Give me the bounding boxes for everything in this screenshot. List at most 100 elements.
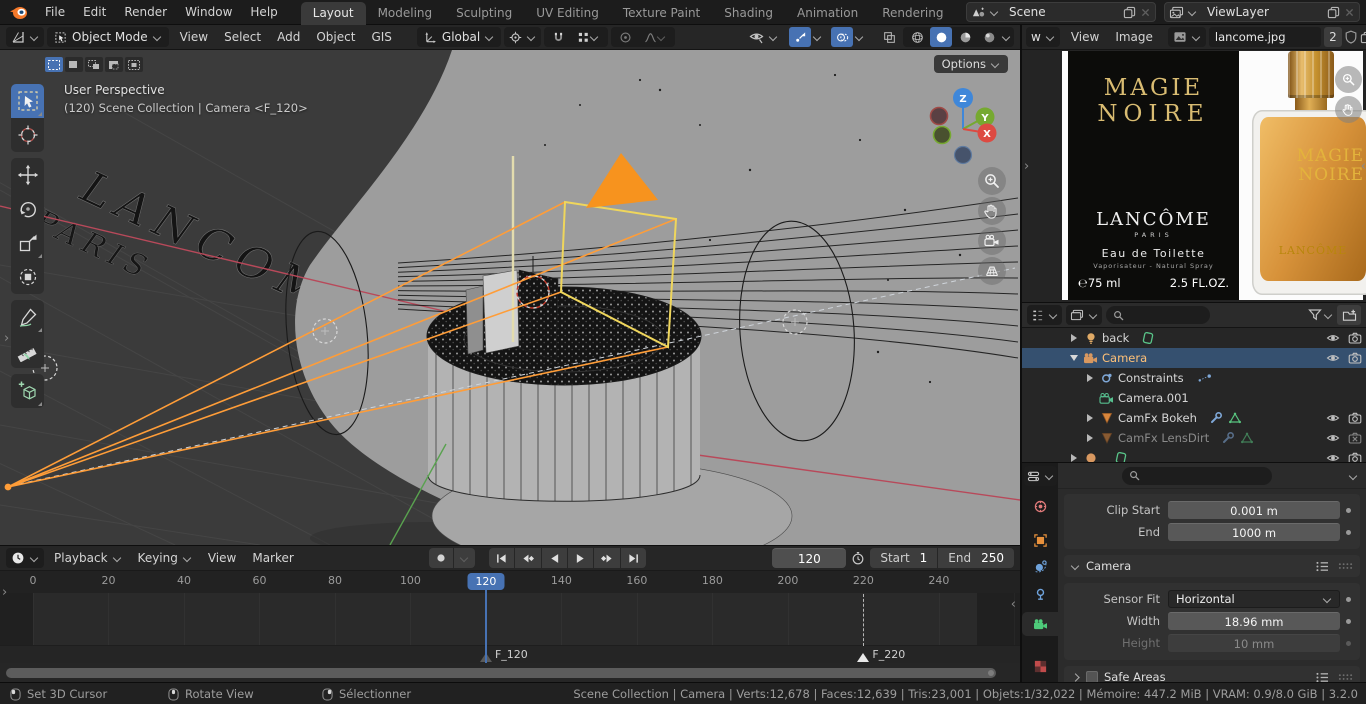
add-cube-tool[interactable] (11, 374, 44, 408)
new-image-icon[interactable] (1360, 31, 1366, 44)
workspace-tab-layout[interactable]: Layout (301, 2, 366, 25)
shading-solid-button[interactable] (930, 27, 952, 47)
rotate-tool[interactable] (11, 192, 44, 226)
clip-start-field[interactable]: 0.001 m (1168, 501, 1340, 519)
workspace-tab-uv-editing[interactable]: UV Editing (524, 2, 611, 25)
outliner-display-mode-dropdown[interactable] (1027, 305, 1062, 325)
outliner-search-input[interactable] (1128, 309, 1203, 322)
mode-dropdown[interactable]: Object Mode (47, 27, 169, 47)
properties-search-input[interactable] (1144, 469, 1265, 482)
presets-icon[interactable] (1315, 672, 1330, 683)
viewport-menu-view[interactable]: View (172, 28, 216, 46)
workspace-tab-rendering[interactable]: Rendering (870, 2, 955, 25)
presets-icon[interactable] (1315, 561, 1330, 572)
show-overlays-toggle[interactable] (831, 27, 853, 47)
menu-file[interactable]: File (36, 3, 74, 21)
collapse-icon[interactable] (1068, 355, 1080, 361)
timeline-markers[interactable]: F_120F_220 (0, 645, 1020, 663)
snap-magnet-toggle[interactable] (547, 27, 569, 47)
marker-label[interactable]: F_120 (495, 648, 528, 661)
play-button[interactable] (568, 548, 593, 568)
hide-viewport-eye-icon[interactable] (1326, 331, 1340, 345)
timeline-right-chevron[interactable]: ‹ (1011, 598, 1016, 611)
workspace-tab-sculpting[interactable]: Sculpting (444, 2, 524, 25)
move-tool[interactable] (11, 158, 44, 192)
proportional-edit-toggle[interactable] (614, 27, 636, 47)
safe-areas-checkbox[interactable] (1086, 671, 1098, 682)
falloff-dropdown[interactable] (638, 27, 672, 47)
hide-viewport-eye-icon[interactable] (1326, 411, 1340, 425)
camera-panel-header[interactable]: Camera (1064, 555, 1360, 577)
blender-logo-icon[interactable] (8, 3, 30, 21)
timeline-tracks[interactable] (0, 593, 1020, 645)
timeline-menu-view[interactable]: View (200, 549, 244, 567)
properties-search[interactable] (1122, 467, 1272, 485)
zoom-button[interactable] (978, 167, 1006, 195)
duplicate-scene-icon[interactable] (1123, 6, 1136, 19)
workspace-tab-shading[interactable]: Shading (712, 2, 785, 25)
image-pan-button[interactable] (1335, 96, 1362, 123)
stopwatch-icon[interactable] (848, 551, 868, 565)
workspace-tab-animation[interactable]: Animation (785, 2, 870, 25)
menu-render[interactable]: Render (115, 3, 176, 21)
properties-tab-constraint[interactable] (1022, 582, 1058, 606)
scene-name[interactable]: Scene (1003, 5, 1119, 19)
new-collection-button[interactable] (1337, 305, 1361, 325)
menu-edit[interactable]: Edit (74, 3, 115, 21)
image-menu-image[interactable]: Image (1107, 28, 1161, 46)
clip-start-keyframe-dot[interactable] (1340, 508, 1356, 513)
workspace-tab-compositing[interactable]: Compositing (955, 2, 958, 25)
sensor-width-keyframe-dot[interactable] (1340, 619, 1356, 624)
timeline-left-chevron[interactable]: › (2, 586, 7, 599)
properties-options-chevron[interactable] (1349, 472, 1358, 480)
outliner-row-camera-001[interactable]: Camera.001 (1022, 388, 1366, 408)
panel-grip-icon[interactable] (1338, 562, 1353, 570)
snap-target-dropdown[interactable] (571, 27, 605, 47)
hide-viewport-eye-icon[interactable] (1326, 431, 1340, 445)
properties-tab-object[interactable] (1022, 528, 1058, 552)
frame-start-field[interactable]: Start1 (870, 548, 937, 568)
image-browse-dropdown[interactable] (1168, 27, 1206, 47)
close-icon[interactable] (1140, 7, 1151, 18)
timeline-scrollbar[interactable] (0, 663, 1020, 683)
sensor-fit-keyframe-dot[interactable] (1340, 597, 1356, 602)
playhead-current-frame[interactable]: 120 (467, 573, 504, 590)
disable-render-camera-icon[interactable] (1348, 351, 1362, 365)
cursor-tool[interactable] (11, 118, 44, 152)
expand-icon[interactable] (1084, 414, 1096, 422)
timeline-menu-keying[interactable]: Keying (130, 549, 200, 567)
select-box-tool[interactable] (11, 84, 44, 118)
shading-wireframe-button[interactable] (906, 27, 928, 47)
image-left-chevron[interactable]: › (1024, 160, 1029, 173)
fake-user-shield-icon[interactable] (1345, 30, 1357, 44)
axis-neg-x-button[interactable] (931, 108, 948, 125)
image-menu-view[interactable]: View (1063, 28, 1107, 46)
editor-type-button[interactable] (6, 27, 44, 47)
next-keyframe-button[interactable] (594, 548, 620, 568)
image-name-field[interactable] (1209, 27, 1321, 47)
outliner-row-camfx-bokeh[interactable]: CamFx Bokeh (1022, 408, 1366, 428)
safe-areas-panel-header[interactable]: Safe Areas (1064, 666, 1360, 682)
timeline-menu-playback[interactable]: Playback (46, 549, 130, 567)
measure-tool[interactable] (11, 334, 44, 368)
hide-viewport-eye-icon[interactable] (1326, 351, 1340, 365)
toolbar-expand-chevron[interactable]: › (4, 332, 9, 345)
viewport-menu-select[interactable]: Select (216, 28, 269, 46)
clip-end-keyframe-dot[interactable] (1340, 530, 1356, 535)
options-button[interactable]: Options (934, 55, 1008, 73)
play-reverse-button[interactable] (542, 548, 567, 568)
select-mode-tweak[interactable] (45, 57, 63, 72)
xray-toggle[interactable] (878, 27, 900, 47)
image-users-badge[interactable]: 2 (1324, 27, 1342, 47)
clip-end-field[interactable]: 1000 m (1168, 523, 1340, 541)
menu-help[interactable]: Help (241, 3, 286, 21)
properties-tab-texture[interactable] (1022, 654, 1058, 678)
properties-tab-render[interactable] (1022, 494, 1058, 518)
prev-keyframe-button[interactable] (515, 548, 541, 568)
transform-orientation-dropdown[interactable]: Global (417, 27, 501, 47)
3d-viewport[interactable]: LANCOME PARIS (0, 50, 1020, 545)
timeline-menu-marker[interactable]: Marker (244, 549, 301, 567)
outliner-filter-dropdown[interactable] (1066, 305, 1102, 325)
disable-render-camera-off-icon[interactable] (1348, 431, 1362, 445)
axis-gizmo[interactable]: Z Y X (926, 86, 1002, 174)
